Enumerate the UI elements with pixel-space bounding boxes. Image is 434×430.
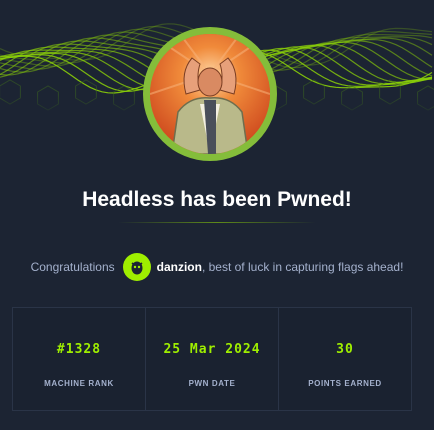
stat-machine-rank: #1328 MACHINE RANK	[13, 308, 146, 410]
stats-panel: #1328 MACHINE RANK 25 Mar 2024 PWN DATE …	[12, 307, 412, 411]
stat-pwn-date: 25 Mar 2024 PWN DATE	[146, 308, 279, 410]
points-earned-label: POINTS EARNED	[308, 379, 382, 388]
machine-rank-label: MACHINE RANK	[44, 379, 114, 388]
congrats-suffix: , best of luck in capturing flags ahead!	[201, 260, 404, 274]
points-earned-value: 30	[336, 342, 354, 357]
username-link[interactable]: danzion	[157, 260, 202, 274]
stat-points-earned: 30 POINTS EARNED	[279, 308, 411, 410]
pwned-title: Headless has been Pwned!	[82, 188, 352, 211]
user-avatar-icon[interactable]	[122, 253, 151, 281]
congrats-prefix: Congratulations	[30, 260, 115, 274]
pwn-date-value: 25 Mar 2024	[163, 342, 261, 357]
congratulations-line: Congratulations danzion , best of luck i…	[0, 252, 434, 282]
machine-rank-value: #1328	[56, 342, 102, 357]
pwn-date-label: PWN DATE	[188, 379, 236, 388]
title-divider	[118, 222, 316, 223]
machine-avatar	[143, 27, 277, 161]
screaming-man-icon	[150, 34, 270, 154]
